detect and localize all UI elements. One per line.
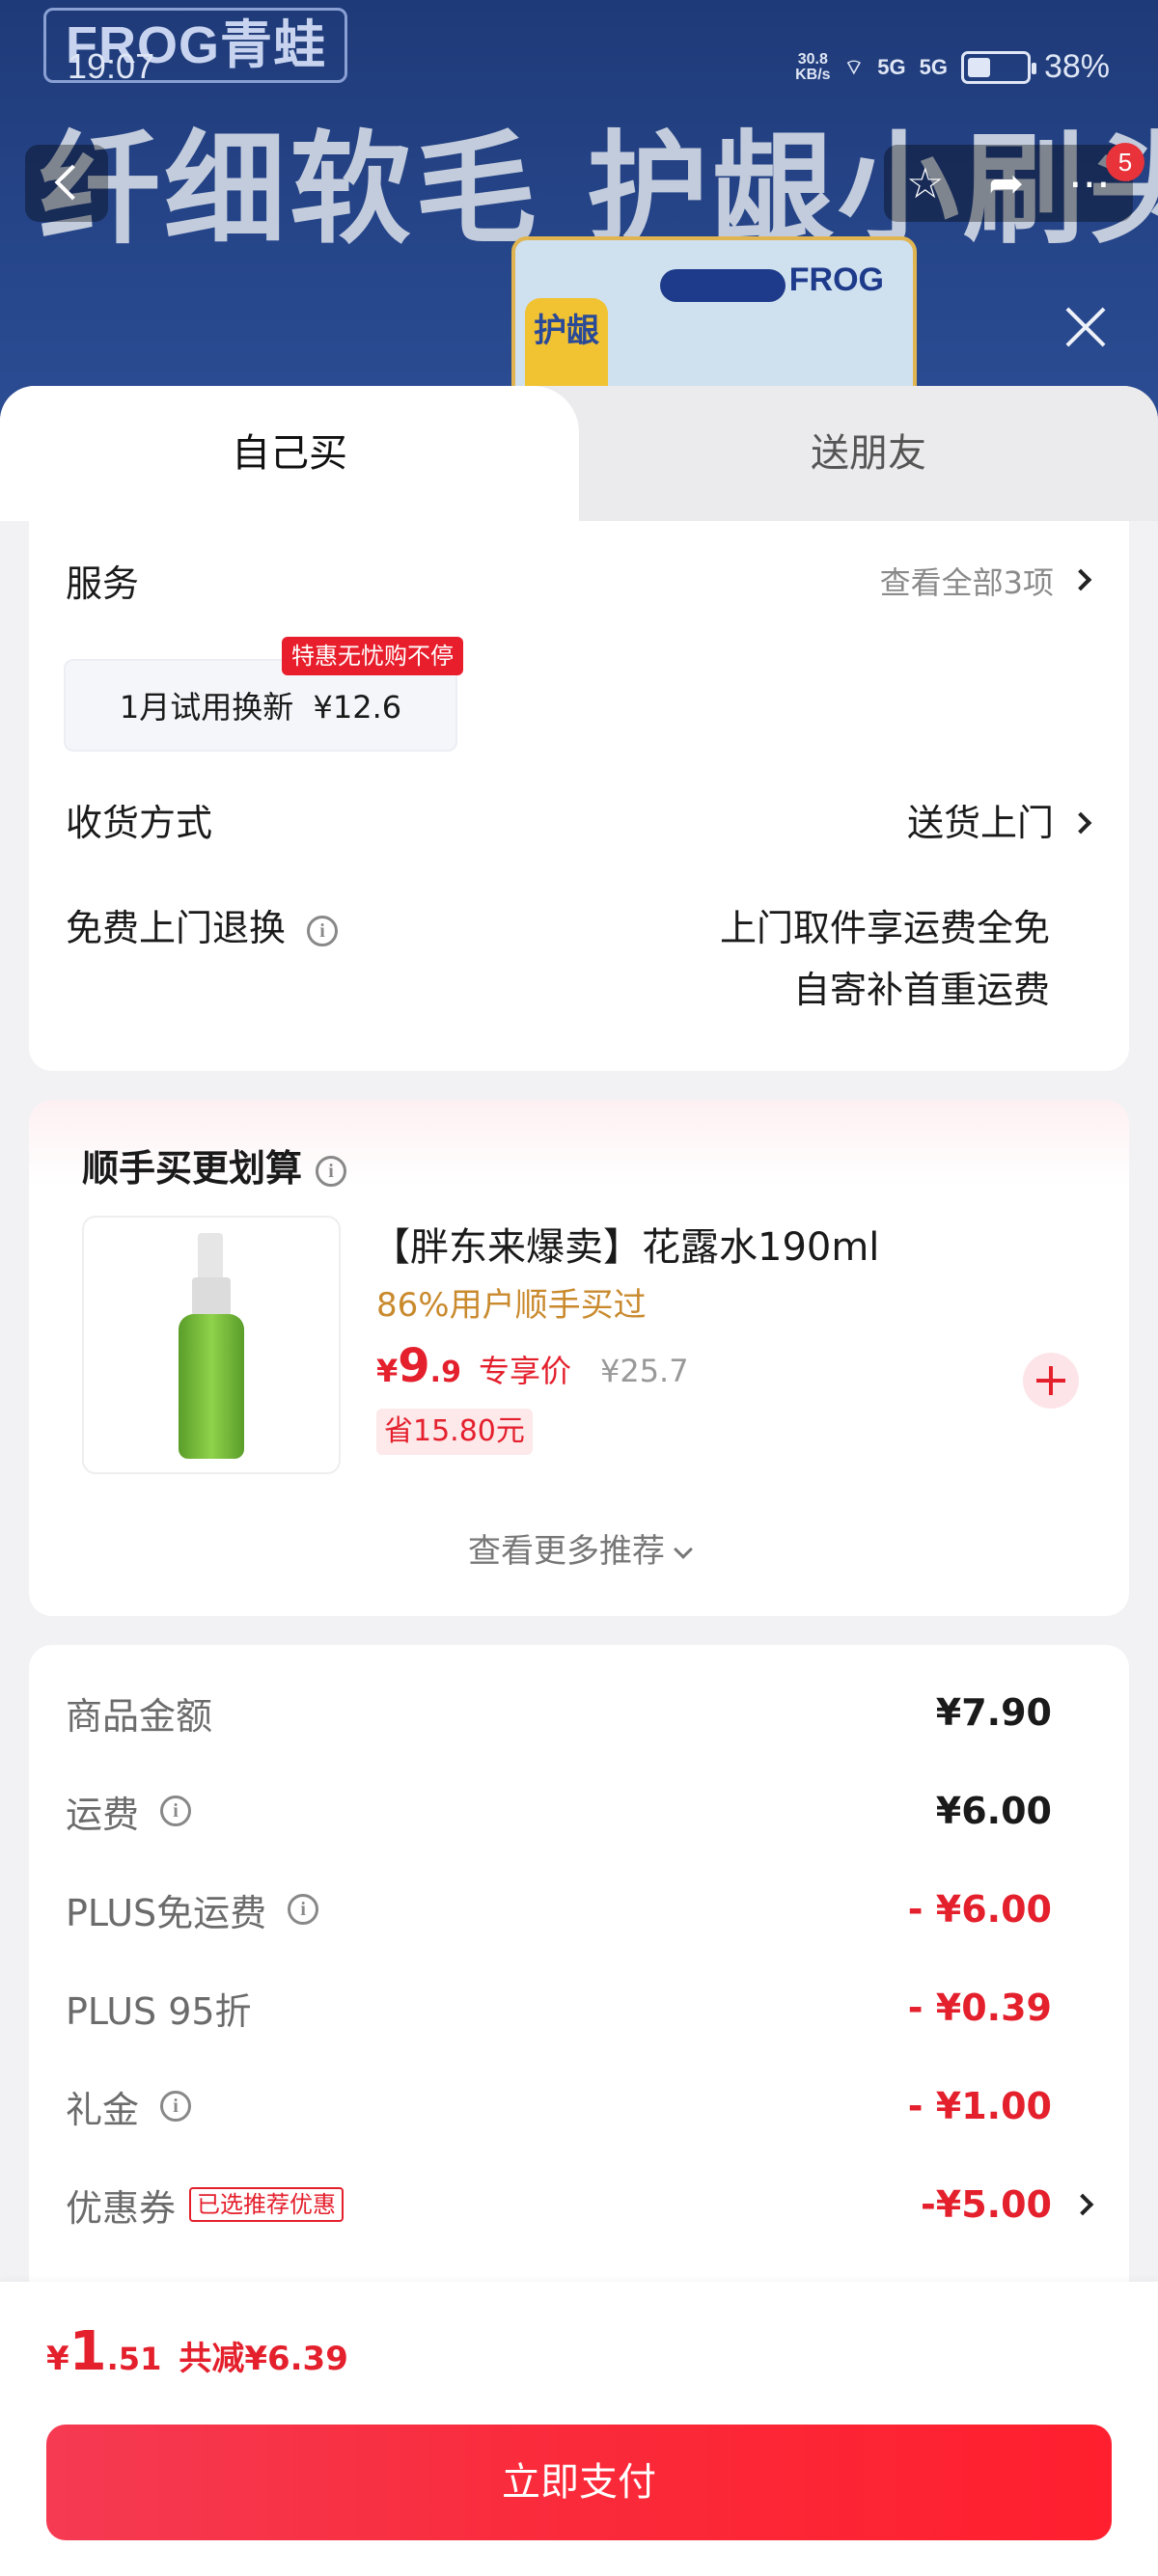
nav-actions: ☆ ➦ ⋯	[884, 145, 1133, 222]
fee-row: PLUS免运费 i - ¥6.00	[66, 1880, 1052, 1938]
service-promo-tag: 特惠无忧购不停	[282, 637, 463, 675]
close-icon[interactable]	[1060, 301, 1112, 353]
free-return-row: 免费上门退换 i 上门取件享运费全免 自寄补首重运费	[66, 897, 1050, 1021]
fee-row: 商品金额 ¥7.90	[66, 1684, 1052, 1741]
fee-row[interactable]: 优惠券 已选推荐优惠 -¥5.00	[66, 2176, 1094, 2233]
delivery-title: 收货方式	[66, 802, 213, 844]
signal-icon-1: 5G	[877, 54, 906, 79]
message-badge: 5	[1106, 143, 1144, 181]
net-speed-unit: KB/s	[795, 66, 831, 83]
fee-value: - ¥1.00	[907, 2085, 1052, 2127]
info-icon[interactable]: i	[307, 915, 339, 946]
net-speed-value: 30.8	[797, 50, 828, 68]
fee-label: 优惠券 已选推荐优惠	[66, 2179, 345, 2232]
fee-label-text: 运费	[66, 1793, 140, 1836]
back-button[interactable]	[25, 145, 108, 222]
fee-row: PLUS 95折 - ¥0.39	[66, 1979, 1052, 2037]
service-chip-price: ¥12.6	[313, 689, 402, 726]
info-icon[interactable]: i	[160, 1795, 192, 1826]
pay-now-button[interactable]: 立即支付	[46, 2425, 1112, 2540]
delivery-row[interactable]: 收货方式 送货上门	[66, 793, 1092, 846]
addon-product-image[interactable]	[82, 1216, 341, 1474]
free-return-details: 上门取件享运费全免 自寄补首重运费	[720, 897, 1050, 1021]
info-icon[interactable]: i	[316, 1155, 347, 1187]
checkout-sheet: 自己买 送朋友 服务 查看全部3项 1月试用换新 ¥12.6 特惠无忧购不停 收…	[0, 386, 1158, 2576]
delivery-value: 送货上门	[906, 802, 1054, 844]
fee-label-text: 优惠券	[66, 2186, 177, 2230]
signal-icon-2: 5G	[919, 54, 948, 79]
price-int: 9	[398, 1339, 430, 1393]
fee-value: ¥7.90	[935, 1691, 1052, 1734]
fee-label-text: PLUS免运费	[66, 1891, 267, 1934]
service-row: 服务 查看全部3项	[66, 554, 1092, 607]
addon-title: 顺手买更划算 i	[82, 1138, 347, 1192]
fee-row: 运费 i ¥6.00	[66, 1782, 1052, 1840]
total-reduction: 共减¥6.39	[179, 2340, 348, 2378]
fee-label: 商品金额	[66, 1686, 212, 1740]
chevron-down-icon	[674, 1540, 693, 1559]
addon-product-name[interactable]: 【胖东来爆卖】花露水190ml	[372, 1216, 879, 1272]
chevron-right-icon	[1069, 568, 1092, 591]
add-to-order-button[interactable]	[1023, 1353, 1079, 1409]
fee-label: PLUS 95折	[66, 1982, 252, 2035]
free-return-title: 免费上门退换	[66, 907, 287, 949]
more-recommendations-link[interactable]: 查看更多推荐	[29, 1524, 1129, 1572]
exclusive-price-label: 专享价	[478, 1353, 571, 1389]
battery-percent: 38%	[1043, 48, 1110, 85]
chevron-right-icon	[1069, 811, 1092, 834]
total-currency: ¥	[46, 2340, 69, 2378]
coupon-tag: 已选推荐优惠	[189, 2187, 345, 2222]
original-price: ¥25.7	[599, 1353, 689, 1389]
status-time: 19:07	[68, 46, 155, 86]
order-total: ¥ 1 .51 共减¥6.39	[46, 2320, 348, 2383]
fee-label: 运费 i	[66, 1785, 192, 1838]
savings-tag: 省15.80元	[376, 1409, 533, 1455]
app-root: FROG青蛙 19:07 30.8 KB/s ⌔ 5G 5G 38% 纤细软毛 …	[0, 0, 1158, 2576]
total-int: 1	[69, 2320, 107, 2383]
fee-value: - ¥0.39	[907, 1987, 1052, 2029]
fee-label-text: 商品金额	[66, 1694, 213, 1738]
pack-brand: FROG	[788, 261, 884, 298]
free-return-line1: 上门取件享运费全免	[719, 907, 1050, 949]
status-bar-right: 30.8 KB/s ⌔ 5G 5G 38%	[795, 48, 1110, 86]
fee-label-text: 礼金	[66, 2088, 140, 2131]
purchase-tabs: 自己买 送朋友	[0, 386, 1158, 521]
net-speed: 30.8 KB/s	[795, 50, 831, 83]
tab-self-buy[interactable]: 自己买	[0, 386, 579, 521]
addon-card: 顺手买更划算 i 【胖东来爆卖】花露水190ml 86%用户顺手买过 ¥ 9 .9…	[29, 1100, 1129, 1616]
price-currency: ¥	[376, 1353, 399, 1389]
fee-label: PLUS免运费 i	[66, 1883, 319, 1936]
wifi-icon: ⌔	[843, 54, 865, 79]
total-dec: .51	[106, 2341, 162, 2377]
more-icon[interactable]: ⋯	[1068, 159, 1111, 208]
fee-label-text: PLUS 95折	[66, 1989, 252, 2033]
battery-icon	[960, 50, 1036, 84]
checkout-bottom-bar: ¥ 1 .51 共减¥6.39 立即支付	[0, 2282, 1158, 2576]
share-icon[interactable]: ➦	[988, 159, 1024, 208]
fee-label: 礼金 i	[66, 2080, 192, 2133]
fee-value: - ¥6.00	[907, 1888, 1052, 1931]
addon-buyers-note: 86%用户顺手买过	[376, 1286, 647, 1325]
price-dec: .9	[429, 1356, 461, 1389]
addon-price: ¥ 9 .9 专享价 ¥25.7	[376, 1339, 689, 1393]
info-icon[interactable]: i	[288, 1894, 319, 1925]
chevron-right-icon	[1071, 2193, 1094, 2216]
info-icon[interactable]: i	[160, 2091, 192, 2122]
fee-value: -¥5.00	[921, 2183, 1052, 2226]
order-options-card: 服务 查看全部3项 1月试用换新 ¥12.6 特惠无忧购不停 收货方式 送货上门…	[29, 521, 1129, 1071]
fee-value: ¥6.00	[935, 1790, 1052, 1832]
service-view-all[interactable]: 查看全部3项	[880, 559, 1092, 603]
free-return-line2: 自寄补首重运费	[792, 969, 1050, 1011]
fee-row: 礼金 i - ¥1.00	[66, 2077, 1052, 2135]
service-title: 服务	[66, 562, 140, 605]
tab-gift-friend[interactable]: 送朋友	[579, 386, 1158, 521]
service-chip-label: 1月试用换新	[119, 689, 294, 726]
favorite-star-icon[interactable]: ☆	[906, 159, 944, 208]
